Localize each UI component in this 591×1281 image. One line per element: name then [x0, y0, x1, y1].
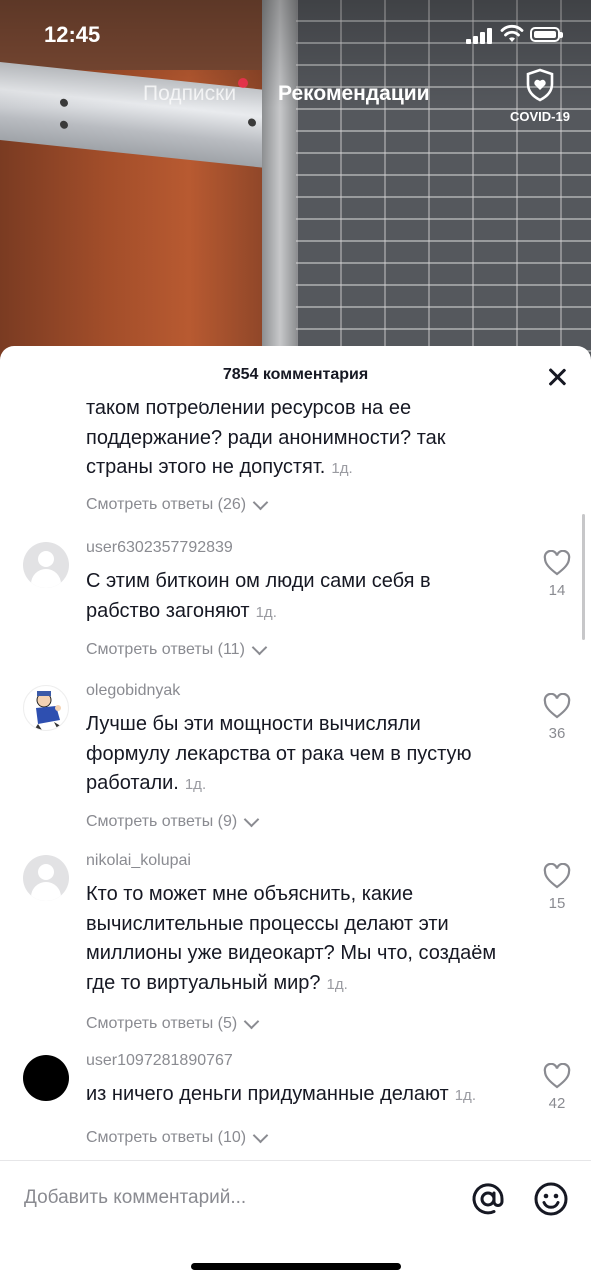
chevron-down-icon [251, 639, 268, 655]
like-button[interactable]: 42 [540, 1062, 574, 1112]
heart-icon [543, 1062, 571, 1089]
comment-username[interactable]: olegobidnyak [86, 682, 180, 700]
view-replies-button[interactable]: Смотреть ответы (10) [86, 1127, 269, 1147]
comment-text: С этим биткоин ом люди сами себя в рабст… [86, 570, 431, 622]
comment-text: Лучше бы эти мощности вычисляли формулу … [86, 713, 472, 794]
tab-for-you[interactable]: Рекомендации [278, 82, 430, 106]
chevron-down-icon [243, 811, 260, 827]
comment-count: 7854 комментария [222, 366, 369, 383]
status-bar: 12:45 [0, 0, 591, 70]
signal-icon [466, 28, 494, 44]
avatar[interactable] [23, 542, 69, 588]
covid-label: COVID-19 [510, 109, 570, 124]
view-replies-button[interactable]: Смотреть ответы (5) [86, 1013, 260, 1033]
view-replies-button[interactable]: Смотреть ответы (11) [86, 639, 268, 659]
chevron-down-icon [243, 1013, 260, 1029]
comment-username[interactable]: user1097281890767 [86, 1052, 233, 1070]
avatar[interactable] [23, 855, 69, 901]
like-count: 15 [548, 895, 566, 912]
cartoon-avatar-image [34, 691, 64, 730]
chevron-down-icon [252, 494, 269, 510]
covid-shield-icon [526, 68, 554, 102]
like-button[interactable]: 36 [540, 692, 574, 742]
at-icon[interactable] [470, 1181, 506, 1217]
like-count: 42 [548, 1095, 566, 1112]
comments-sheet: 7854 комментария таком потреблении ресур… [0, 346, 591, 1280]
comments-header: 7854 комментария [0, 346, 591, 402]
home-indicator [191, 1263, 401, 1270]
heart-icon [543, 692, 571, 719]
view-replies-button[interactable]: Смотреть ответы (9) [86, 811, 260, 831]
like-count: 14 [548, 582, 566, 599]
comment-text: из ничего деньги придуманные делают 1д. [86, 1083, 476, 1105]
avatar[interactable] [23, 1055, 69, 1101]
emoji-icon[interactable] [533, 1181, 569, 1217]
comment-input-bar [0, 1160, 591, 1281]
comment-text: таком потреблении ресурсов на ее поддерж… [86, 402, 446, 478]
like-button[interactable]: 14 [540, 549, 574, 599]
chevron-down-icon [252, 1127, 269, 1143]
comment-username[interactable]: nikolai_kolupai [86, 852, 191, 870]
view-replies-button[interactable]: Смотреть ответы (26) [86, 494, 269, 514]
comment-input[interactable] [24, 1183, 444, 1213]
status-time: 12:45 [44, 22, 101, 47]
covid-button[interactable]: COVID-19 [506, 68, 574, 124]
heart-icon [543, 549, 571, 576]
close-icon[interactable] [544, 364, 570, 390]
battery-icon [530, 27, 563, 42]
like-count: 36 [548, 725, 566, 742]
tab-following[interactable]: Подписки [143, 78, 249, 106]
comments-list[interactable]: таком потреблении ресурсов на ее поддерж… [0, 402, 591, 1162]
wifi-icon [500, 24, 524, 42]
comment-username[interactable]: user6302357792839 [86, 539, 233, 557]
comments-scrollbar[interactable] [582, 514, 585, 640]
comment-text: Кто то может мне объяснить, какие вычисл… [86, 883, 497, 994]
avatar[interactable] [23, 685, 69, 731]
heart-icon [543, 862, 571, 889]
like-button[interactable]: 15 [540, 862, 574, 912]
